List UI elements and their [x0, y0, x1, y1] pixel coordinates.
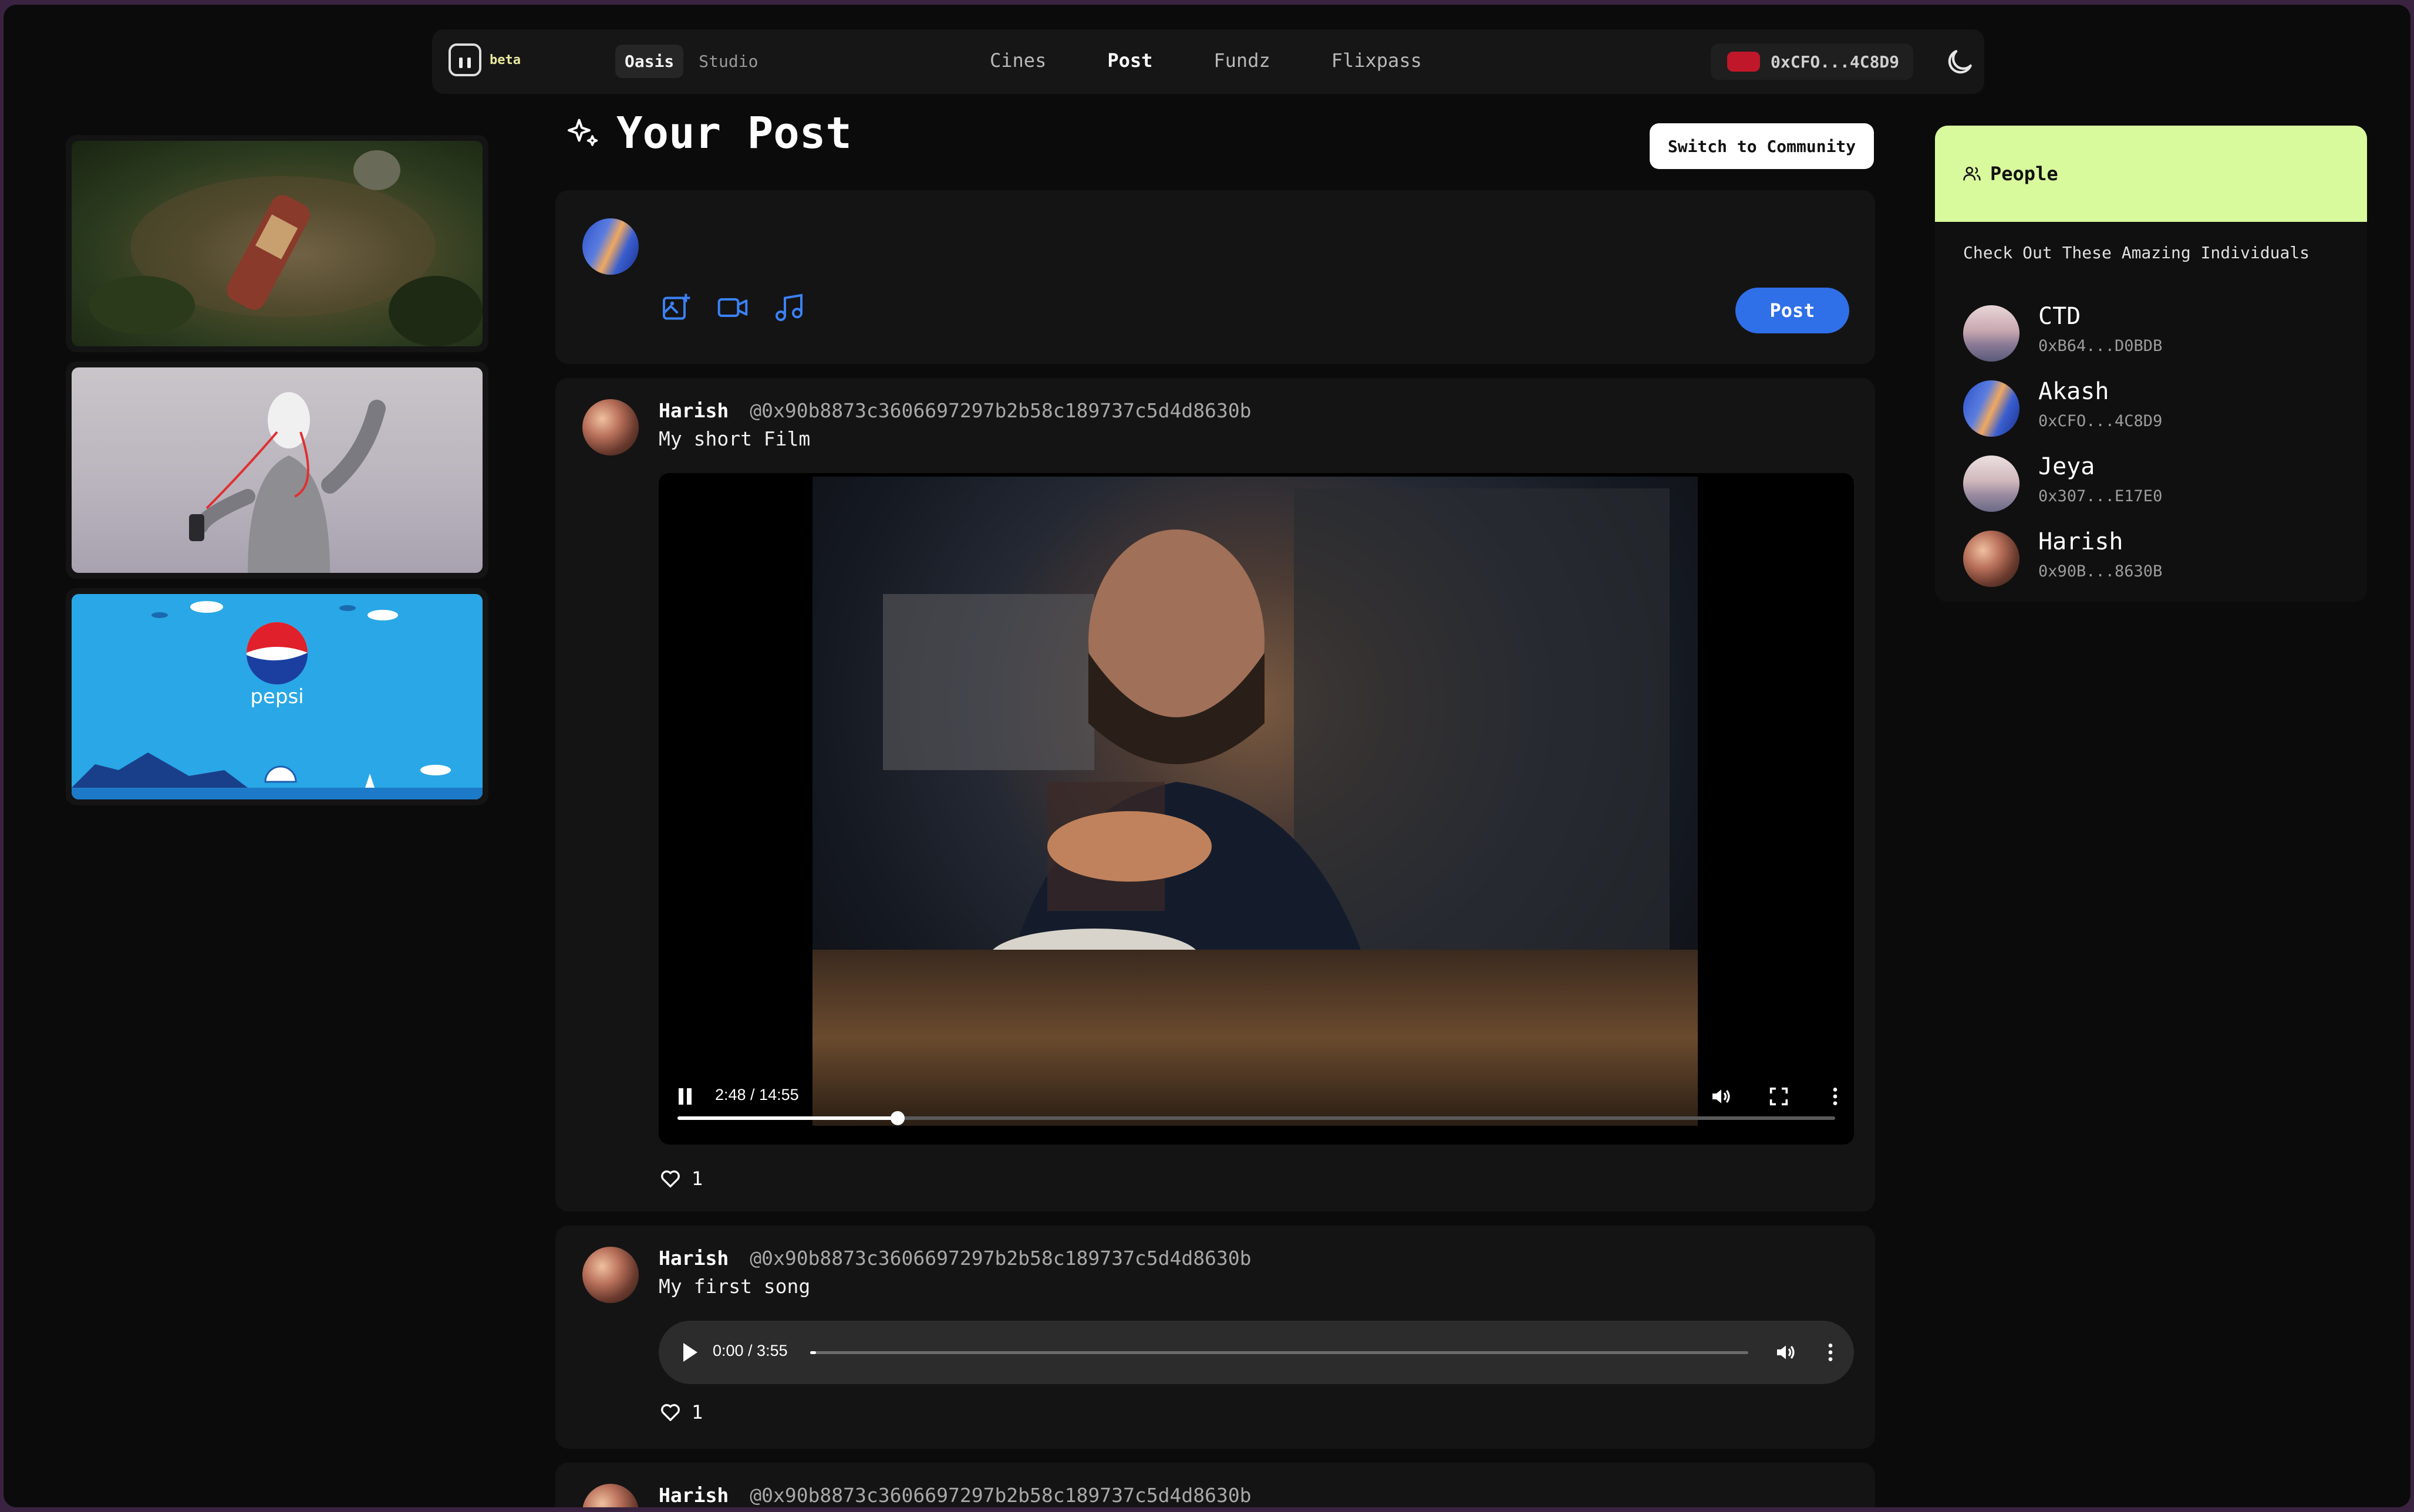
video-progress-bar[interactable] [677, 1111, 1835, 1125]
post-composer: Post [555, 190, 1875, 364]
post-handle: @0x90b8873c3606697297b2b58c189737c5d4d86… [750, 1247, 1252, 1270]
mode-toggle: Oasis Studio [615, 45, 767, 78]
users-icon [1963, 167, 1981, 181]
avatar [1963, 305, 2019, 362]
audio-time: 0:00 / 3:55 [713, 1342, 788, 1359]
nav-link-fundz[interactable]: Fundz [1213, 49, 1270, 72]
video-progress-fill [677, 1116, 898, 1120]
heart-icon [661, 1170, 680, 1187]
toggle-oasis[interactable]: Oasis [615, 45, 684, 78]
post-text: My short Film [659, 427, 811, 450]
people-header: People [1935, 126, 2367, 222]
avatar [1963, 531, 2019, 587]
app-window: beta Oasis Studio Cines Post Fundz Flixp… [4, 5, 2410, 1507]
avatar[interactable] [582, 1484, 639, 1507]
video-frame [812, 477, 1698, 1126]
avatar[interactable] [582, 1247, 639, 1303]
pause-icon[interactable] [679, 1088, 693, 1105]
more-options-icon[interactable] [1823, 1085, 1847, 1108]
wallet-button[interactable]: 0xCFO...4C8D9 [1711, 43, 1914, 80]
person-item[interactable]: Akash 0xCFO...4C8D9 [1963, 377, 2339, 446]
logo[interactable]: beta [449, 43, 521, 76]
person-name: Harish [2038, 528, 2123, 555]
thumbnail-card-3[interactable]: pepsi [66, 588, 488, 805]
person-name: Jeya [2038, 453, 2095, 480]
top-navigation: beta Oasis Studio Cines Post Fundz Flixp… [432, 29, 1984, 94]
post-author[interactable]: Harish [659, 399, 729, 422]
post-card: Harish @0x90b8873c3606697297b2b58c189737… [555, 1226, 1875, 1449]
nav-link-post[interactable]: Post [1107, 49, 1152, 72]
volume-icon[interactable] [1710, 1085, 1733, 1108]
video-controls: 2:48 / 14:55 [659, 1080, 1854, 1145]
avatar[interactable] [582, 399, 639, 455]
audio-player[interactable]: 0:00 / 3:55 [659, 1321, 1854, 1384]
like-button[interactable]: 1 [659, 1167, 703, 1190]
heart-icon [661, 1404, 680, 1421]
nav-links: Cines Post Fundz Flixpass [990, 49, 1422, 72]
post-handle: @0x90b8873c3606697297b2b58c189737c5d4d86… [750, 399, 1252, 422]
volume-icon[interactable] [1774, 1341, 1798, 1364]
post-handle: @0x90b8873c3606697297b2b58c189737c5d4d86… [750, 1484, 1252, 1507]
thumbnail-card-1[interactable] [66, 135, 488, 352]
video-icon[interactable] [716, 291, 749, 324]
theme-toggle-moon-icon[interactable] [1943, 46, 1976, 79]
post-author[interactable]: Harish [659, 1484, 729, 1507]
person-name: CTD [2038, 303, 2081, 330]
pepsi-beach-image: pepsi [72, 594, 483, 799]
like-button[interactable]: 1 [659, 1400, 703, 1424]
sparkles-icon [568, 119, 598, 146]
post-card: Harish @0x90b8873c3606697297b2b58c189737… [555, 1463, 1875, 1507]
music-note-icon[interactable] [773, 291, 805, 324]
switch-to-community-button[interactable]: Switch to Community [1650, 123, 1874, 169]
avatar [1963, 455, 2019, 512]
post-header: Harish @0x90b8873c3606697297b2b58c189737… [659, 1484, 1252, 1507]
page-title-text: Your Post [616, 108, 852, 158]
video-player[interactable]: 2:48 / 14:55 [659, 473, 1854, 1145]
post-header: Harish @0x90b8873c3606697297b2b58c189737… [659, 1247, 1252, 1270]
people-title: People [1990, 163, 2058, 185]
avatar [1963, 380, 2019, 437]
person-item[interactable]: Jeya 0x307...E17E0 [1963, 452, 2339, 521]
post-card: Harish @0x90b8873c3606697297b2b58c189737… [555, 378, 1875, 1211]
nav-link-flixpass[interactable]: Flixpass [1331, 49, 1422, 72]
pepsi-wordmark: pepsi [250, 685, 304, 708]
post-text: My first song [659, 1275, 811, 1298]
can-in-forest-image [72, 141, 483, 346]
toggle-studio[interactable]: Studio [689, 45, 767, 78]
like-count: 1 [692, 1167, 703, 1190]
person-name: Akash [2038, 378, 2109, 405]
audio-progress-fill [810, 1351, 816, 1354]
more-options-icon[interactable] [1819, 1341, 1842, 1364]
video-time: 2:48 / 14:55 [715, 1086, 799, 1103]
fullscreen-icon[interactable] [1767, 1085, 1791, 1108]
people-panel: People Check Out These Amazing Individua… [1935, 126, 2367, 602]
audio-progress-bar[interactable] [810, 1351, 1748, 1354]
post-header: Harish @0x90b8873c3606697297b2b58c189737… [659, 399, 1252, 422]
image-plus-icon[interactable] [660, 291, 693, 324]
post-author[interactable]: Harish [659, 1247, 729, 1270]
wallet-icon [1727, 52, 1760, 72]
page-title: Your Post [566, 108, 852, 158]
play-icon[interactable] [683, 1343, 697, 1362]
post-button[interactable]: Post [1735, 288, 1849, 333]
nav-link-cines[interactable]: Cines [990, 49, 1046, 72]
avatar[interactable] [582, 218, 639, 275]
wallet-address: 0xCFO...4C8D9 [1771, 52, 1900, 72]
like-count: 1 [692, 1401, 703, 1423]
beta-label: beta [490, 52, 521, 68]
person-wallet: 0xB64...D0BDB [2038, 337, 2163, 355]
character-with-earphones-image [72, 367, 483, 573]
person-wallet: 0xCFO...4C8D9 [2038, 412, 2163, 430]
person-item[interactable]: Harish 0x90B...8630B [1963, 527, 2339, 596]
logo-icon [449, 43, 481, 76]
person-wallet: 0x307...E17E0 [2038, 487, 2163, 505]
people-subtitle: Check Out These Amazing Individuals [1963, 243, 2310, 262]
person-wallet: 0x90B...8630B [2038, 562, 2163, 580]
video-progress-handle[interactable] [890, 1111, 905, 1125]
thumbnail-card-2[interactable] [66, 362, 488, 579]
person-item[interactable]: CTD 0xB64...D0BDB [1963, 302, 2339, 371]
